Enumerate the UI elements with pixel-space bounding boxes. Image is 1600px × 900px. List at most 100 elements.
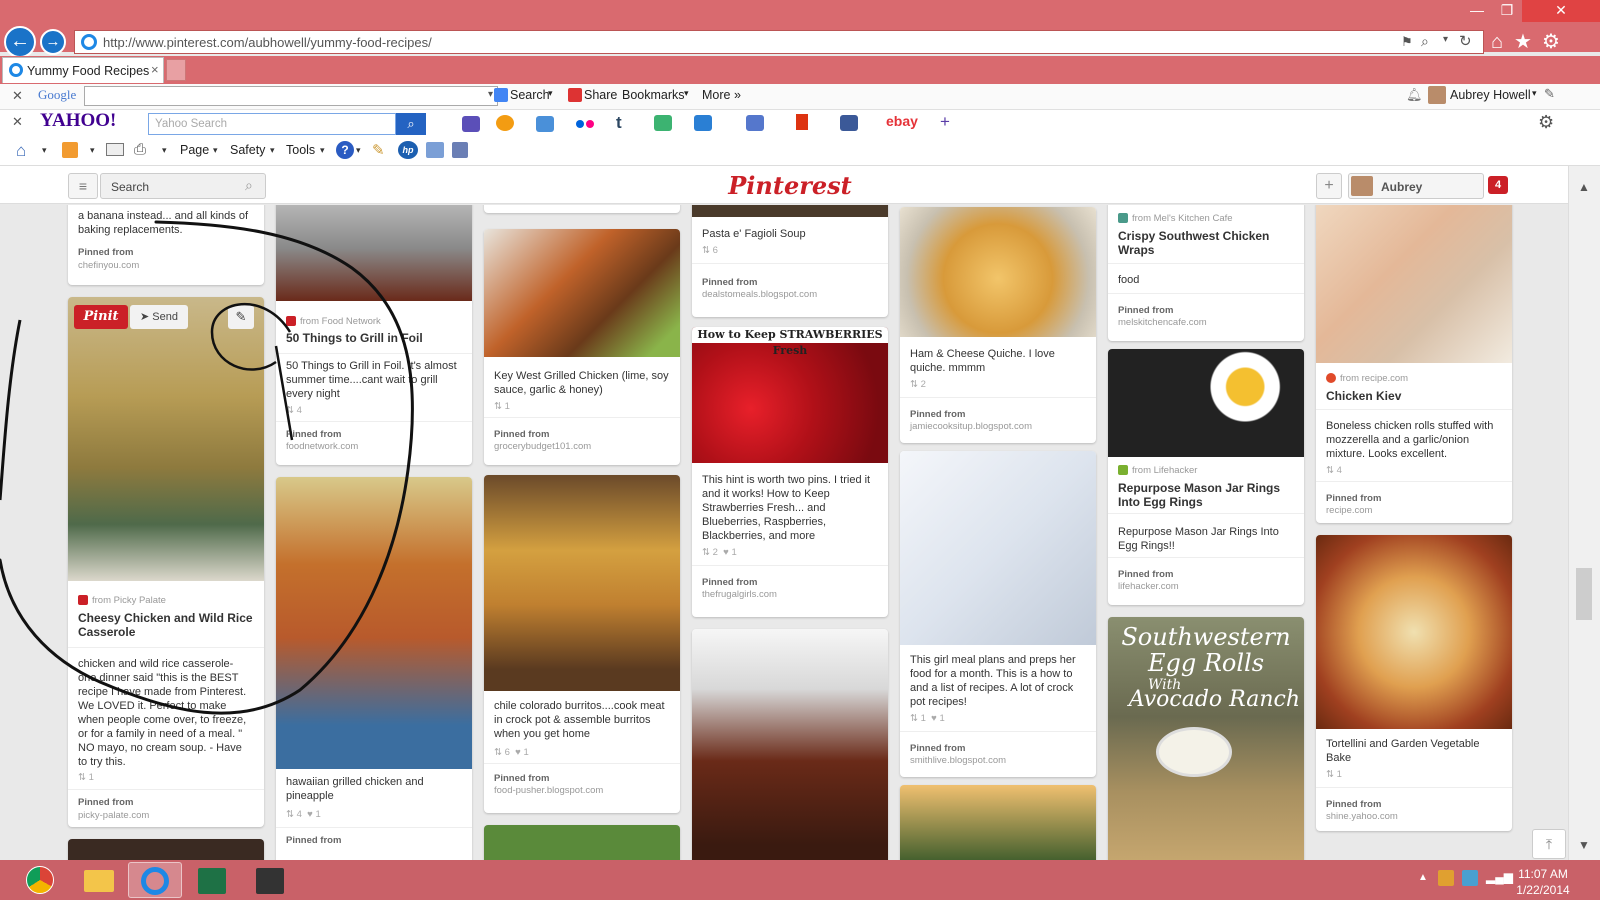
pinned-from-url[interactable]: jamiecooksitup.blogspot.com [910,421,1032,432]
pin-card[interactable]: Pasta e' Fagioli Soup ⇅ 6 Pinned from de… [692,205,888,317]
bookmark-icon[interactable] [796,114,808,130]
ie-taskbar-icon[interactable] [128,862,182,898]
tumblr-icon[interactable]: t [616,113,622,133]
pinned-from-url[interactable]: smithlive.blogspot.com [910,755,1006,766]
bell-icon[interactable]: 🔔︎ [1406,87,1423,103]
ebay-icon[interactable]: ebay [886,113,918,129]
pin-image-hawaiian-chicken[interactable] [276,477,472,769]
help-icon[interactable]: ? [336,141,354,159]
print-dropdown-icon[interactable]: ▾ [162,145,167,156]
scrollbar-thumb[interactable] [1576,568,1592,620]
refresh-icon[interactable]: ↻ [1459,32,1472,50]
pin-image-meal-plan[interactable] [900,451,1096,645]
pin-card[interactable]: Pinit ➤ Send ✎ from Picky Palate Cheesy … [68,297,264,827]
pin-source-text[interactable]: from Lifehacker [1132,465,1197,476]
feeds-icon[interactable] [62,142,78,158]
chrome-taskbar-icon[interactable] [14,862,68,898]
restore-icon[interactable]: ❐ [1490,0,1524,22]
pinterest-logo[interactable]: Pinterest [700,171,880,200]
notification-badge[interactable]: 4 [1488,176,1508,194]
yahoo-search-input[interactable]: Yahoo Search [148,113,396,135]
pin-source-text[interactable]: from Food Network [300,316,381,327]
flickr-icon[interactable] [576,120,584,128]
pinterest-search-icon[interactable]: ⌕ [245,177,253,194]
news-icon[interactable] [694,115,712,131]
pinterest-menu-button[interactable]: ≡ [68,173,98,199]
pinned-from-url[interactable]: thefrugalgirls.com [702,589,777,600]
pinned-from-url[interactable]: chefinyou.com [78,260,139,271]
pin-image-soup[interactable] [692,205,888,217]
pin-source-text[interactable]: from Picky Palate [92,595,166,606]
taskbar-clock[interactable]: 11:07 AM 1/22/2014 [1508,866,1578,898]
pin-image-foil[interactable] [276,205,472,301]
pinterest-user-button[interactable]: Aubrey [1348,173,1484,199]
more-button[interactable]: More » [702,88,741,102]
pinned-from-url[interactable]: foodnetwork.com [286,441,358,452]
pinit-button[interactable]: Pinit [74,305,128,329]
back-button[interactable]: ← [4,26,36,58]
safety-menu[interactable]: Safety [230,143,265,157]
send-button[interactable]: ➤ Send [130,305,188,329]
home-icon[interactable]: ⌂ [1484,30,1510,56]
pen-icon[interactable]: ✎ [372,141,385,159]
pin-source-text[interactable]: from recipe.com [1340,373,1408,384]
pinterest-search-input[interactable]: Search ⌕ [100,173,266,199]
pin-title[interactable]: 50 Things to Grill in Foil [286,331,462,345]
pin-card[interactable] [484,825,680,860]
pin-title[interactable]: Crispy Southwest Chicken Wraps [1118,229,1294,257]
pin-card[interactable]: from Lifehacker Repurpose Mason Jar Ring… [1108,349,1304,605]
basketball-icon[interactable] [496,115,514,131]
bookmarks-button[interactable]: Bookmarks [622,88,685,102]
tab-close-icon[interactable]: × [151,62,159,77]
pin-image-key-west-chicken[interactable] [484,229,680,357]
tray-network-icon[interactable] [1462,870,1478,886]
answers-icon[interactable] [654,115,672,131]
favorites-star-icon[interactable]: ★ [1510,30,1536,56]
finance-icon[interactable] [536,116,554,132]
help-dropdown-icon[interactable]: ▾ [356,145,361,156]
print-icon[interactable]: ⎙ [134,141,146,158]
vertical-scrollbar[interactable] [1568,166,1600,860]
pinned-from-url[interactable]: food-pusher.blogspot.com [494,785,603,796]
pin-image-egg-rolls[interactable]: Southwestern Egg Rolls With Avocado Ranc… [1108,617,1304,860]
settings-gear-icon[interactable]: ⚙ [1538,30,1564,56]
tab-yummy-food-recipes[interactable]: Yummy Food Recipes × [2,57,164,83]
media-taskbar-icon[interactable] [244,862,298,898]
pin-image-casserole[interactable] [68,297,264,581]
pin-card[interactable]: a banana instead... and all kinds of bak… [68,205,264,285]
scroll-down-icon[interactable]: ▼ [1572,838,1596,854]
tray-expand-icon[interactable]: ▲ [1418,872,1428,883]
pin-image-burritos[interactable] [484,475,680,691]
tray-app-icon[interactable] [1438,870,1454,886]
wrench-icon[interactable]: ✎ [1544,86,1555,102]
close-window-icon[interactable]: ✕ [1522,0,1600,22]
new-tab-button[interactable] [166,59,186,81]
scroll-to-top-button[interactable]: ⤒ [1532,829,1566,859]
groups-icon[interactable] [746,115,764,131]
pin-title[interactable]: Repurpose Mason Jar Rings Into Egg Rings [1118,481,1294,509]
feeds-dropdown-icon[interactable]: ▾ [90,145,95,156]
home-cmd-icon[interactable]: ⌂ [16,141,26,161]
share-button[interactable]: Share [584,88,617,102]
pin-card[interactable] [68,839,264,860]
address-dropdown-icon[interactable]: ▾ [1443,34,1448,45]
page-menu[interactable]: Page [180,143,209,157]
yahoo-toolbar-close-icon[interactable]: ✕ [12,114,23,130]
pin-title[interactable]: Cheesy Chicken and Wild Rice Casserole [78,611,254,639]
pin-image-steak[interactable] [692,629,888,860]
pin-title[interactable]: Chicken Kiev [1326,389,1502,403]
add-icon[interactable]: + [940,112,950,132]
pinned-from-url[interactable]: lifehacker.com [1118,581,1179,592]
pin-image-tortellini[interactable] [1316,535,1512,729]
printer-tool-icon[interactable] [426,142,444,158]
pinned-from-url[interactable]: dealstomeals.blogspot.com [702,289,817,300]
pin-image-chicken-kiev[interactable] [1316,205,1512,363]
pin-card[interactable]: hawaiian grilled chicken and pineapple ⇅… [276,477,472,860]
add-pin-button[interactable]: + [1316,173,1342,199]
forward-button[interactable]: → [40,29,66,55]
pin-card[interactable]: chile colorado burritos....cook meat in … [484,475,680,813]
home-dropdown-icon[interactable]: ▾ [42,145,47,156]
pin-card[interactable]: How to Keep STRAWBERRIES Fresh This hint… [692,327,888,617]
hp-icon[interactable]: hp [398,141,418,159]
pin-card[interactable]: from Mel's Kitchen Cafe Crispy Southwest… [1108,205,1304,341]
